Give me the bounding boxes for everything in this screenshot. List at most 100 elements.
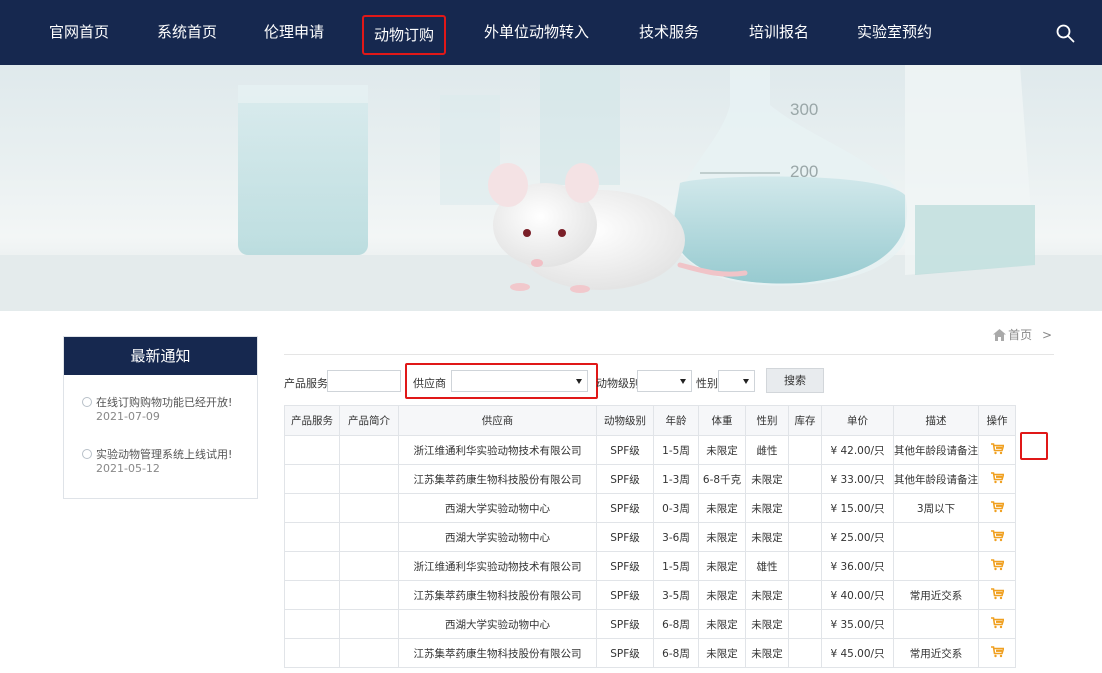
cart-icon[interactable]	[990, 558, 1005, 574]
nav-technical-service[interactable]: 技术服务	[639, 0, 699, 65]
cell-level: SPF级	[596, 435, 654, 465]
cart-icon[interactable]	[990, 645, 1005, 661]
col-header-supplier: 供应商	[398, 405, 597, 436]
col-header-intro: 产品简介	[339, 405, 399, 436]
cell-price: ¥ 40.00/只	[821, 580, 894, 610]
supplier-label: 供应商	[413, 377, 446, 390]
search-icon[interactable]	[1055, 23, 1075, 43]
table-row: 西湖大学实验动物中心 SPF级 0-3周 未限定 未限定 ¥ 15.00/只 3周以下	[284, 493, 1016, 523]
cell-action	[978, 638, 1016, 668]
cell-intro	[339, 551, 399, 581]
nav-official-home[interactable]: 官网首页	[49, 0, 109, 65]
cell-description	[893, 522, 979, 552]
cart-icon[interactable]	[990, 587, 1005, 603]
cell-description: 3周以下	[893, 493, 979, 523]
cell-intro	[339, 638, 399, 668]
cell-stock	[788, 522, 822, 552]
cell-sex: 雌性	[745, 435, 789, 465]
cell-action	[978, 493, 1016, 523]
cell-description	[893, 609, 979, 639]
col-header-age: 年龄	[653, 405, 699, 436]
cell-age: 0-3周	[653, 493, 699, 523]
cell-intro	[339, 464, 399, 494]
table-row: 浙江维通利华实验动物技术有限公司 SPF级 1-5周 未限定 雄性 ¥ 36.00/只	[284, 551, 1016, 581]
notice-text: 在线订购购物功能已经开放!	[96, 396, 233, 409]
nav-external-animal-transfer[interactable]: 外单位动物转入	[484, 0, 589, 65]
sex-label: 性别	[696, 377, 718, 390]
table-row: 江苏集萃药康生物科技股份有限公司 SPF级 3-5周 未限定 未限定 ¥ 40.00/只常…	[284, 580, 1016, 610]
table-row: 江苏集萃药康生物科技股份有限公司 SPF级 6-8周 未限定 未限定 ¥ 45.00/只常…	[284, 638, 1016, 668]
cell-intro	[339, 609, 399, 639]
cart-icon[interactable]	[990, 500, 1005, 516]
cell-supplier: 西湖大学实验动物中心	[398, 609, 597, 639]
cell-sex: 未限定	[745, 580, 789, 610]
nav-animal-order[interactable]: 动物订购	[361, 15, 447, 55]
cell-sex: 未限定	[745, 609, 789, 639]
supplier-select[interactable]	[451, 370, 588, 392]
home-icon	[993, 329, 1007, 341]
nav-training-registration[interactable]: 培训报名	[749, 0, 809, 65]
cell-weight: 未限定	[698, 580, 746, 610]
nav-ethics-application[interactable]: 伦理申请	[264, 0, 324, 65]
cell-weight: 未限定	[698, 522, 746, 552]
cell-product	[284, 609, 340, 639]
cell-sex: 未限定	[745, 522, 789, 552]
breadcrumb-separator: >	[1041, 328, 1052, 342]
animal-level-label: 动物级别	[596, 377, 640, 390]
hero-banner: 300 200	[0, 65, 1102, 311]
cell-weight: 6-8千克	[698, 464, 746, 494]
cell-weight: 未限定	[698, 609, 746, 639]
cart-icon[interactable]	[990, 529, 1005, 545]
notice-date: 2021-07-09	[96, 410, 160, 423]
cell-intro	[339, 580, 399, 610]
cell-price: ¥ 35.00/只	[821, 609, 894, 639]
cell-supplier: 浙江维通利华实验动物技术有限公司	[398, 551, 597, 581]
cell-price: ¥ 36.00/只	[821, 551, 894, 581]
chevron-down-icon	[743, 379, 749, 384]
latest-notices-title: 最新通知	[64, 337, 257, 375]
table-row: 江苏集萃药康生物科技股份有限公司 SPF级 1-3周 6-8千克 未限定 ¥ 33.00/…	[284, 464, 1016, 494]
latest-notices-panel: 最新通知 在线订购购物功能已经开放! 2021-07-09 实验动物管理系统上线…	[63, 336, 258, 499]
cell-product	[284, 522, 340, 552]
chevron-down-icon	[680, 379, 686, 384]
cell-supplier: 江苏集萃药康生物科技股份有限公司	[398, 464, 597, 494]
cart-icon[interactable]	[990, 471, 1005, 487]
cell-weight: 未限定	[698, 638, 746, 668]
cell-description: 其他年龄段请备注	[893, 435, 979, 465]
cell-product	[284, 493, 340, 523]
cell-level: SPF级	[596, 580, 654, 610]
cell-description: 常用近交系	[893, 638, 979, 668]
notice-date: 2021-05-12	[96, 462, 160, 475]
breadcrumb-home[interactable]: 首页	[1008, 328, 1032, 342]
cart-icon[interactable]	[990, 442, 1005, 458]
chevron-down-icon	[576, 379, 582, 384]
cell-action	[978, 464, 1016, 494]
col-header-stock: 库存	[788, 405, 822, 436]
cell-age: 3-5周	[653, 580, 699, 610]
cell-price: ¥ 15.00/只	[821, 493, 894, 523]
cell-stock	[788, 580, 822, 610]
col-header-weight: 体重	[698, 405, 746, 436]
top-navbar: 官网首页 系统首页 伦理申请 动物订购 外单位动物转入 技术服务 培训报名 实验…	[0, 0, 1102, 65]
col-header-sex: 性别	[745, 405, 789, 436]
animal-level-select[interactable]	[637, 370, 692, 392]
product-service-label: 产品服务	[284, 377, 328, 390]
cart-icon[interactable]	[990, 616, 1005, 632]
table-header-row: 产品服务 产品简介 供应商 动物级别 年龄 体重 性别 库存 单价 描述 操作	[284, 405, 1016, 436]
cell-supplier: 江苏集萃药康生物科技股份有限公司	[398, 638, 597, 668]
sex-select[interactable]	[718, 370, 755, 392]
table-row: 西湖大学实验动物中心 SPF级 6-8周 未限定 未限定 ¥ 35.00/只	[284, 609, 1016, 639]
cell-intro	[339, 522, 399, 552]
cell-product	[284, 580, 340, 610]
col-header-level: 动物级别	[596, 405, 654, 436]
nav-system-home[interactable]: 系统首页	[157, 0, 217, 65]
product-service-input[interactable]	[327, 370, 401, 392]
cell-price: ¥ 42.00/只	[821, 435, 894, 465]
notice-item[interactable]: 在线订购购物功能已经开放!	[82, 394, 232, 410]
cell-product	[284, 638, 340, 668]
cell-stock	[788, 551, 822, 581]
cell-stock	[788, 464, 822, 494]
notice-item[interactable]: 实验动物管理系统上线试用!	[82, 446, 232, 462]
search-button[interactable]: 搜索	[766, 368, 824, 393]
nav-lab-reservation[interactable]: 实验室预约	[857, 0, 932, 65]
